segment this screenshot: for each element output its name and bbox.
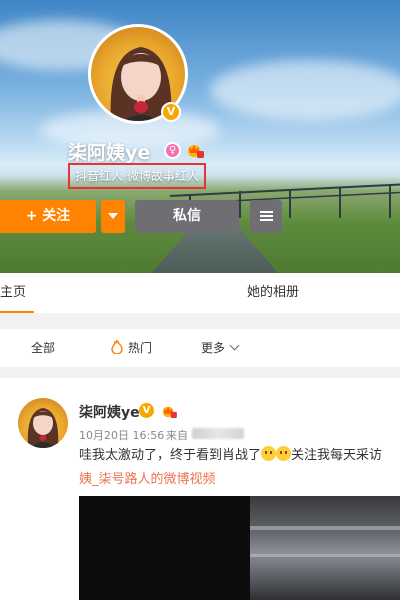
- follow-options-button[interactable]: [101, 200, 125, 233]
- filter-more[interactable]: 更多: [201, 329, 240, 367]
- vip-crown-icon[interactable]: [160, 404, 178, 418]
- filter-more-label: 更多: [201, 341, 226, 355]
- vip-crown-icon[interactable]: [186, 142, 204, 158]
- post-timestamp[interactable]: 10月20日 16:56: [79, 427, 164, 443]
- avatar-portrait: [27, 408, 59, 448]
- tab-album[interactable]: 她的相册: [247, 273, 299, 313]
- post-author-name[interactable]: 柒阿姨ye: [79, 402, 140, 422]
- video-thumbnail: [250, 496, 400, 600]
- active-tab-indicator: [0, 311, 34, 313]
- post-avatar[interactable]: [18, 398, 68, 448]
- post-video[interactable]: [79, 496, 400, 600]
- post-text-part: 关注我每天采访: [291, 448, 383, 463]
- post-text: 哇我太激动了，终于看到肖战了 关注我每天采访: [79, 446, 400, 466]
- profile-name: 柒阿姨ye: [68, 142, 151, 164]
- hamburger-icon: [259, 209, 273, 223]
- chevron-down-icon: [229, 340, 240, 351]
- verified-badge-icon: V: [139, 403, 154, 418]
- post-text-part: 哇我太激动了，终于看到肖战了: [79, 448, 262, 463]
- filter-all[interactable]: 全部: [31, 329, 55, 367]
- female-icon: ♀: [164, 142, 181, 159]
- post-source-label: 来自: [166, 429, 188, 442]
- video-scene-detail: [250, 554, 400, 557]
- feed-filter-bar: 全部 热门 更多: [0, 329, 400, 367]
- filter-hot-label: 热门: [128, 341, 153, 355]
- fire-icon: [111, 340, 123, 354]
- sad-face-emoji: [276, 446, 292, 461]
- profile-tabs: 主页 她的相册: [0, 273, 400, 313]
- follow-button[interactable]: + 关注: [0, 200, 96, 233]
- sad-face-emoji: [261, 446, 277, 461]
- profile-tags: 抖音红人 微博故事红人: [68, 163, 206, 189]
- feed-post: 柒阿姨ye V 10月20日 16:56 来自 哇我太激动了，终于看到肖战了 关注…: [0, 378, 400, 600]
- profile-page: V 柒阿姨ye ♀ 抖音红人 微博故事红人 + 关注 私信 主页 她的相册 全部…: [0, 0, 400, 600]
- more-menu-button[interactable]: [250, 200, 282, 233]
- post-source-redacted: [192, 428, 244, 439]
- post-video-link[interactable]: 姨_柒号路人的微博视频: [79, 468, 216, 487]
- verified-badge-icon: V: [161, 102, 181, 122]
- cloud: [210, 60, 400, 120]
- tab-home[interactable]: 主页: [0, 273, 34, 313]
- profile-cover: V 柒阿姨ye ♀ 抖音红人 微博故事红人 + 关注 私信: [0, 0, 400, 273]
- message-button[interactable]: 私信: [135, 200, 239, 233]
- video-scene-detail: [250, 526, 400, 530]
- caret-down-icon: [108, 213, 118, 219]
- filter-hot[interactable]: 热门: [111, 329, 152, 367]
